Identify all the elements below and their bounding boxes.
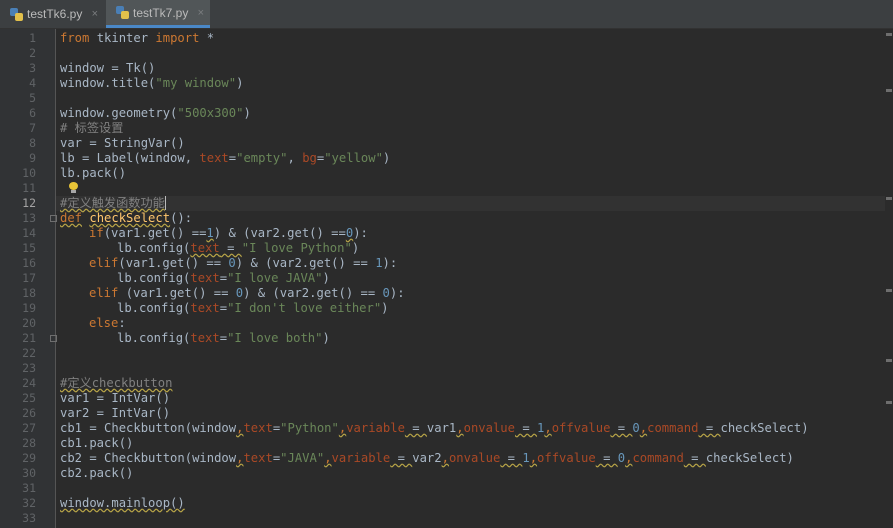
tab-label: testTk6.py (27, 7, 83, 21)
code-line-4: window.title("my window") (60, 76, 244, 90)
code-line-9: lb = Label(window, text="empty", bg="yel… (60, 151, 391, 165)
line-number: 8 (29, 136, 36, 150)
line-number: 24 (22, 376, 36, 390)
code-line-13: def checkSelect(): (60, 211, 193, 225)
code-line-6: window.geometry("500x300") (60, 106, 251, 120)
code-line-7: # 标签设置 (60, 121, 124, 135)
line-number: 7 (29, 121, 36, 135)
error-stripe-mark[interactable] (886, 197, 892, 200)
line-number: 27 (22, 421, 36, 435)
tab-testtk6[interactable]: testTk6.py × (0, 0, 104, 28)
line-number: 20 (22, 316, 36, 330)
python-file-icon (116, 6, 129, 19)
line-number: 5 (29, 91, 36, 105)
code-editor[interactable]: from tkinter import * window = Tk() wind… (56, 29, 893, 528)
line-number: 1 (29, 31, 36, 45)
code-line-26: var2 = IntVar() (60, 406, 171, 420)
code-line-28: cb1.pack() (60, 436, 134, 450)
code-line-20: else: (89, 316, 126, 330)
error-stripe-mark[interactable] (886, 359, 892, 362)
line-number: 15 (22, 241, 36, 255)
python-file-icon (10, 7, 23, 21)
lightbulb-icon[interactable] (69, 182, 78, 193)
error-stripe-mark[interactable] (886, 401, 892, 404)
line-number-current: 12 (22, 196, 36, 210)
line-number: 29 (22, 451, 36, 465)
tab-testtk7[interactable]: testTk7.py × (106, 0, 210, 28)
code-line-17: lb.config(text="I love JAVA") (117, 271, 330, 285)
line-number: 28 (22, 436, 36, 450)
tab-label: testTk7.py (133, 5, 189, 20)
code-line-19: lb.config(text="I don't love either") (117, 301, 389, 315)
text-caret (164, 196, 166, 210)
code-line-1: from tkinter import * (60, 31, 215, 45)
code-line-12: #定义触发函数功能 (60, 196, 166, 210)
line-number: 17 (22, 271, 36, 285)
line-number-gutter[interactable]: 1 2 3 4 5 6 7 8 9 10 11 12 13 14 15 16 1… (0, 29, 57, 528)
line-number: 33 (22, 511, 36, 525)
code-line-14: if(var1.get() ==1) & (var2.get() ==0): (89, 226, 368, 240)
line-number: 11 (22, 181, 36, 195)
current-line-highlight (56, 196, 893, 211)
editor-tab-bar: testTk6.py × testTk7.py × (0, 0, 893, 29)
error-stripe-mark[interactable] (886, 89, 892, 92)
error-stripe-mark[interactable] (886, 33, 892, 36)
line-number: 6 (29, 106, 36, 120)
line-number: 16 (22, 256, 36, 270)
line-number: 22 (22, 346, 36, 360)
error-stripe-mark[interactable] (886, 289, 892, 292)
code-line-30: cb2.pack() (60, 466, 134, 480)
code-line-16: elif(var1.get() == 0) & (var2.get() == 1… (89, 256, 398, 270)
code-line-25: var1 = IntVar() (60, 391, 171, 405)
close-icon[interactable]: × (198, 7, 204, 19)
line-number: 21 (22, 331, 36, 345)
line-number: 19 (22, 301, 36, 315)
line-number: 4 (29, 76, 36, 90)
code-line-27: cb1 = Checkbutton(window,text="Python",v… (60, 421, 809, 435)
close-icon[interactable]: × (92, 8, 98, 20)
code-line-32: window.mainloop() (60, 496, 185, 510)
line-number: 18 (22, 286, 36, 300)
line-number: 10 (22, 166, 36, 180)
line-number: 32 (22, 496, 36, 510)
code-line-8: var = StringVar() (60, 136, 185, 150)
code-line-15: lb.config(text = "I love Python") (117, 241, 360, 255)
line-number: 9 (29, 151, 36, 165)
line-number: 26 (22, 406, 36, 420)
line-number: 14 (22, 226, 36, 240)
line-number: 13 (22, 211, 36, 225)
vertical-scrollbar[interactable] (885, 29, 893, 528)
code-line-10: lb.pack() (60, 166, 127, 180)
line-number: 3 (29, 61, 36, 75)
line-number: 2 (29, 46, 36, 60)
code-line-18: elif (var1.get() == 0) & (var2.get() == … (89, 286, 405, 300)
code-line-21: lb.config(text="I love both") (117, 331, 330, 345)
line-number: 30 (22, 466, 36, 480)
line-number: 31 (22, 481, 36, 495)
code-line-3: window = Tk() (60, 61, 156, 75)
code-line-24: #定义checkbutton (60, 376, 173, 390)
line-number: 23 (22, 361, 36, 375)
line-number: 25 (22, 391, 36, 405)
code-line-29: cb2 = Checkbutton(window,text="JAVA",var… (60, 451, 794, 465)
